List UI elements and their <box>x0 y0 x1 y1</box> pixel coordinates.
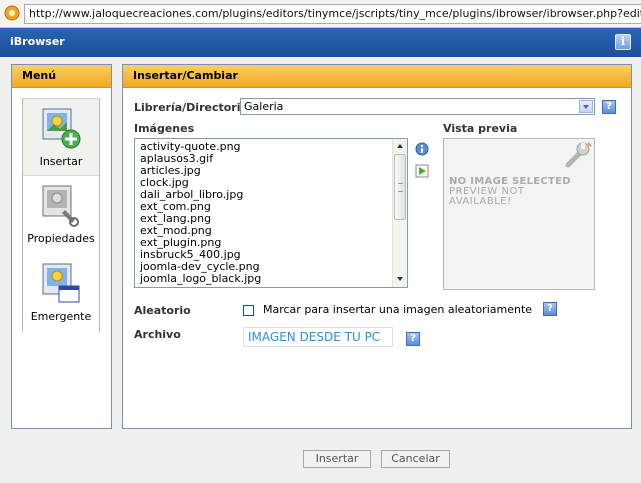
address-bar: http://www.jaloquecreaciones.com/plugins… <box>0 0 641 28</box>
play-arrow-icon[interactable] <box>415 164 429 178</box>
random-label: Aleatorio <box>134 304 191 317</box>
menu-item-label: Insertar <box>39 155 83 168</box>
preview-box: NO IMAGE SELECTED PREVIEW NOT AVAILABLE! <box>443 138 595 290</box>
menu-list: Insertar Propiedades Emergente <box>22 98 100 332</box>
random-checkbox-text: Marcar para insertar una imagen aleatori… <box>263 303 533 316</box>
image-list-scrollbar[interactable] <box>392 139 407 287</box>
scroll-thumb[interactable] <box>394 154 406 220</box>
wrench-icon <box>564 141 592 172</box>
library-select[interactable]: Galeria <box>240 98 595 115</box>
random-checkbox[interactable] <box>243 305 254 316</box>
menu-panel: Menú Insertar Propiedades Emergente <box>11 64 112 429</box>
library-help-icon[interactable]: ? <box>602 100 616 114</box>
images-label: Imágenes <box>134 122 195 135</box>
image-list[interactable]: activity-quote.png aplausos3.gif article… <box>134 138 408 288</box>
info-icon[interactable]: i <box>615 34 631 50</box>
menu-item-emergente[interactable]: Emergente <box>23 254 99 332</box>
popup-image-icon <box>42 263 80 303</box>
dialog-title: iBrowser <box>10 35 65 48</box>
library-label: Librería/Directorio <box>134 101 249 114</box>
file-label: Archivo <box>134 328 181 341</box>
image-info-icon[interactable] <box>415 142 429 156</box>
insert-button[interactable]: Insertar <box>303 450 371 468</box>
random-help-icon[interactable]: ? <box>543 302 557 316</box>
firefox-site-icon <box>4 5 20 21</box>
preview-label: Vista previa <box>443 122 518 135</box>
menu-item-label: Emergente <box>30 310 92 323</box>
scroll-up-arrow-icon[interactable] <box>394 140 407 153</box>
chevron-down-icon <box>579 100 593 113</box>
menu-item-insertar[interactable]: Insertar <box>23 98 99 176</box>
library-select-value: Galeria <box>244 100 284 113</box>
main-heading: Insertar/Cambiar <box>123 65 631 88</box>
list-item[interactable]: joomla_logo_black.jpg <box>140 273 261 285</box>
url-input[interactable]: http://www.jaloquecreaciones.com/plugins… <box>24 4 641 24</box>
menu-item-propiedades[interactable]: Propiedades <box>23 176 99 254</box>
cancel-button[interactable]: Cancelar <box>381 450 450 468</box>
dialog-titlebar: iBrowser i <box>0 28 641 57</box>
menu-heading: Menú <box>12 65 111 88</box>
file-help-icon[interactable]: ? <box>406 332 420 346</box>
upload-from-pc-link[interactable]: IMAGEN DESDE TU PC <box>243 327 393 347</box>
insert-image-icon <box>42 108 81 149</box>
properties-image-icon <box>42 185 79 227</box>
preview-message: NO IMAGE SELECTED PREVIEW NOT AVAILABLE! <box>449 177 594 207</box>
scroll-down-arrow-icon[interactable] <box>394 273 407 286</box>
preview-message-line3: AVAILABLE! <box>449 196 512 207</box>
menu-item-label: Propiedades <box>27 232 95 245</box>
